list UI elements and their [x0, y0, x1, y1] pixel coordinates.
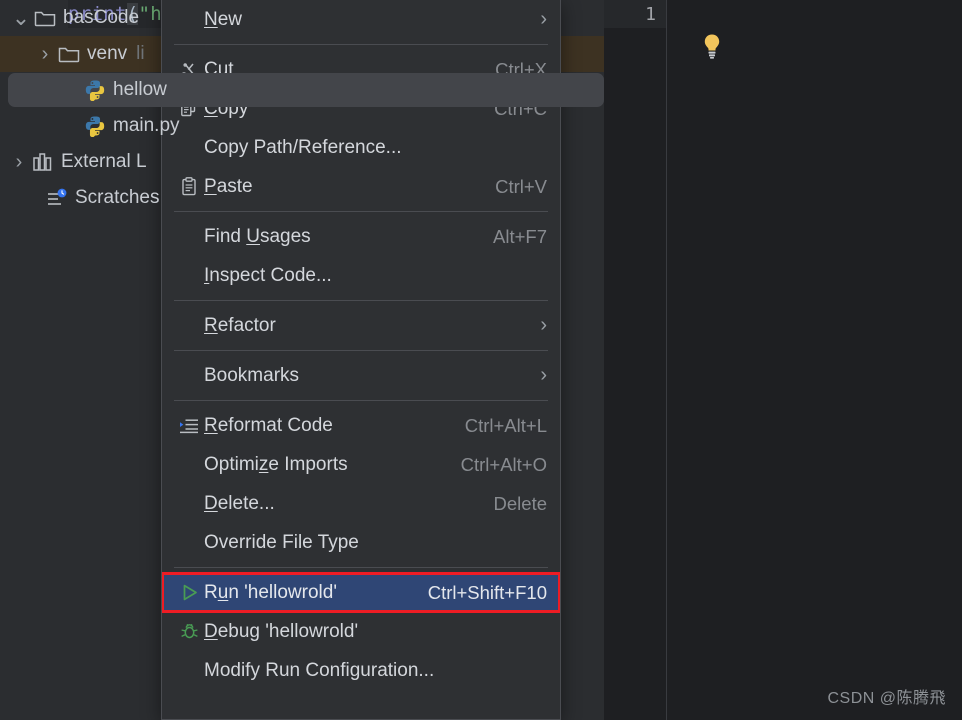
chevron-right-icon: › — [540, 8, 547, 30]
tree-item-label: hellow — [113, 79, 167, 100]
debug-icon — [180, 622, 199, 641]
tree-icon-slot — [82, 115, 108, 137]
menu-separator — [174, 567, 548, 568]
menu-item-label: Optimize Imports — [204, 453, 348, 475]
tree-icon-slot — [32, 9, 58, 27]
menu-item-label: Paste — [204, 175, 253, 197]
menu-item-label: Copy Path/Reference... — [204, 136, 402, 158]
menu-item-optimize-imports[interactable]: Optimize Imports Ctrl+Alt+O — [162, 445, 560, 484]
clipboard-icon — [180, 177, 198, 196]
menu-item-reformat-code[interactable]: Reformat Code Ctrl+Alt+L — [162, 406, 560, 445]
menu-item-label: Override File Type — [204, 531, 359, 553]
menu-item-run-hellowrold[interactable]: Run 'hellowrold' Ctrl+Shift+F10 — [162, 572, 560, 613]
menu-item-bookmarks[interactable]: Bookmarks › — [162, 356, 560, 395]
reformat-icon — [179, 418, 199, 434]
folder-icon — [34, 9, 56, 27]
chevron-right-icon[interactable]: › — [34, 43, 56, 66]
tree-icon-slot — [30, 152, 56, 172]
tree-item-hellow[interactable]: hellow — [0, 72, 604, 108]
chevron-right-icon: › — [540, 364, 547, 386]
tree-item-label: basCode — [63, 7, 140, 28]
menu-item-copy-path-reference[interactable]: Copy Path/Reference... — [162, 128, 560, 167]
context-menu[interactable]: New › Cut Ctrl+X Copy Ctrl+C Copy Path/Referen… — [161, 0, 561, 720]
menu-item-icon-slot — [174, 177, 204, 196]
menu-item-icon-slot — [174, 418, 204, 434]
menu-item-shortcut: Ctrl+Shift+F10 — [427, 581, 547, 603]
chevron-right-icon[interactable]: › — [8, 151, 30, 174]
menu-item-new[interactable]: New › — [162, 0, 560, 39]
menu-item-shortcut: Ctrl+Alt+L — [464, 414, 547, 436]
chevron-right-icon: › — [540, 314, 547, 336]
menu-item-paste[interactable]: Paste Ctrl+V — [162, 167, 560, 206]
ide-window: ⌄ basCode › venv li hellow main.py › External … — [0, 0, 962, 720]
menu-item-shortcut: Alt+F7 — [493, 225, 547, 247]
tree-item-label: main.py — [113, 115, 180, 136]
gutter-separator — [666, 0, 667, 720]
menu-separator — [174, 350, 548, 351]
tree-icon-slot — [56, 45, 82, 63]
chevron-down-icon[interactable]: ⌄ — [10, 7, 32, 29]
lightbulb-icon[interactable] — [700, 33, 724, 59]
menu-item-override-file-type[interactable]: Override File Type — [162, 523, 560, 562]
menu-item-label: Modify Run Configuration... — [204, 659, 435, 681]
menu-separator — [174, 44, 548, 45]
menu-item-inspect-code[interactable]: Inspect Code... — [162, 256, 560, 295]
tree-item-label: Scratches — [75, 187, 160, 208]
menu-item-find-usages[interactable]: Find Usages Alt+F7 — [162, 217, 560, 256]
python-file-icon — [84, 79, 106, 101]
run-icon — [180, 583, 199, 602]
menu-separator — [174, 300, 548, 301]
menu-item-label: Inspect Code... — [204, 264, 332, 286]
menu-item-icon-slot — [174, 583, 204, 602]
menu-separator — [174, 211, 548, 212]
tree-item-sublabel: li — [136, 43, 145, 64]
folder-icon — [58, 45, 80, 63]
menu-item-shortcut: Delete — [493, 492, 547, 514]
menu-item-label: Bookmarks — [204, 364, 300, 386]
menu-item-modify-run-configuration[interactable]: Modify Run Configuration... — [162, 651, 560, 690]
tree-item-label: venv — [87, 43, 128, 64]
menu-item-shortcut: Ctrl+Alt+O — [460, 453, 547, 475]
menu-item-shortcut: Ctrl+V — [495, 175, 547, 197]
menu-item-label: Delete... — [204, 492, 275, 514]
menu-item-debug-hellowrold[interactable]: Debug 'hellowrold' — [162, 612, 560, 651]
watermark: CSDN @陈腾飛 — [827, 690, 946, 707]
python-file-icon — [84, 115, 106, 137]
code-editor[interactable]: 1 — [604, 0, 962, 720]
menu-item-label: Refactor — [204, 314, 276, 336]
menu-item-refactor[interactable]: Refactor › — [162, 306, 560, 345]
tree-item-label: External L — [61, 151, 147, 172]
tree-icon-slot — [82, 79, 108, 101]
menu-item-label: New — [204, 8, 243, 30]
menu-item-label: Find Usages — [204, 225, 311, 247]
menu-item-delete[interactable]: Delete... Delete — [162, 484, 560, 523]
menu-item-label: Debug 'hellowrold' — [204, 620, 359, 642]
line-number: 1 — [604, 0, 666, 28]
menu-item-icon-slot — [174, 622, 204, 641]
library-icon — [32, 152, 54, 172]
menu-item-label: Reformat Code — [204, 414, 333, 436]
menu-item-label: Run 'hellowrold' — [204, 581, 337, 603]
editor-gutter — [604, 0, 666, 720]
menu-separator — [174, 400, 548, 401]
scratches-icon — [46, 188, 68, 208]
tree-icon-slot — [44, 188, 70, 208]
